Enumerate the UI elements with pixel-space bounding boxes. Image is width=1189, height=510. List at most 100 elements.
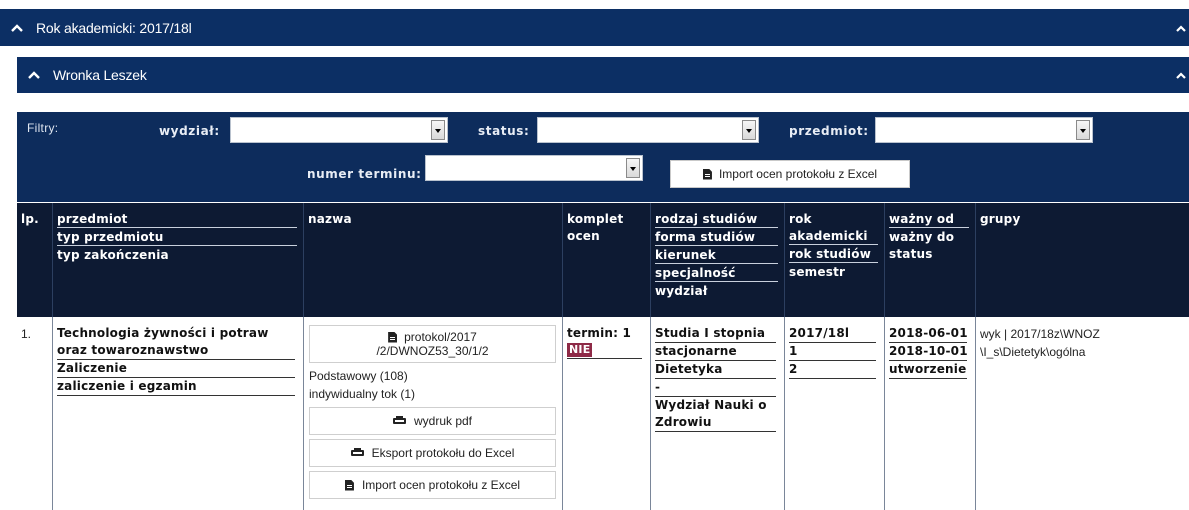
header-status-label: status bbox=[889, 247, 933, 261]
table-header: lp. przedmiot typ przedmiotu typ zakończ… bbox=[17, 203, 1189, 317]
filters-panel: Filtry: wydział: status: przedmiot: nume… bbox=[17, 112, 1189, 202]
typ-zakonczenia-value: zaliczenie i egzamin bbox=[57, 378, 295, 396]
rodzaj-studiow-value: Studia I stopnia bbox=[655, 325, 776, 343]
przedmiot-label: przedmiot: bbox=[789, 124, 869, 138]
sort-kierunek[interactable]: kierunek bbox=[655, 247, 778, 264]
chevron-up-icon-right[interactable] bbox=[1175, 22, 1187, 34]
person-name: Wronka Leszek bbox=[53, 67, 147, 83]
dropdown-arrow-icon[interactable] bbox=[1076, 120, 1090, 140]
header-lp: lp. bbox=[17, 203, 53, 317]
header-ocen-label: ocen bbox=[567, 229, 600, 243]
import-ocen-button[interactable]: Import ocen protokołu z Excel bbox=[309, 471, 556, 499]
status-select[interactable] bbox=[537, 117, 759, 143]
cell-rok: 2017/18l 1 2 bbox=[785, 317, 885, 510]
header-komplet-label: komplet bbox=[567, 212, 624, 226]
rok-studiow-value: 1 bbox=[789, 343, 876, 361]
person-bar[interactable]: Wronka Leszek bbox=[17, 57, 1189, 93]
academic-year-title: Rok akademicki: 2017/18l bbox=[36, 19, 192, 36]
specjalnosc-value: - bbox=[655, 379, 776, 397]
sort-rodzaj-studiow[interactable]: rodzaj studiów bbox=[655, 211, 778, 228]
status-label: status: bbox=[478, 124, 530, 138]
header-lp-label: lp. bbox=[21, 212, 39, 226]
cell-lp: 1. bbox=[17, 317, 53, 510]
cell-komplet: termin: 1 NIE bbox=[563, 317, 651, 510]
protokol-button[interactable]: protokol/2017 /2/DWNOZ53_30/1/2 bbox=[309, 325, 556, 363]
grupy-line1: wyk | 2017/18z\WNOZ bbox=[980, 327, 1100, 341]
protokol-line2: /2/DWNOZ53_30/1/2 bbox=[376, 344, 489, 358]
header-nazwa-label: nazwa bbox=[308, 212, 352, 226]
sort-wazny-od[interactable]: ważny od bbox=[889, 211, 969, 228]
dropdown-arrow-icon[interactable] bbox=[431, 120, 445, 140]
indywidualny-count: indywidualny tok (1) bbox=[309, 387, 416, 401]
sort-typ-zakonczenia[interactable]: typ zakończenia bbox=[57, 247, 297, 263]
wydzial-select[interactable] bbox=[230, 117, 448, 143]
wydzial-value-line2: Zdrowiu bbox=[655, 414, 776, 432]
eksport-excel-label: Eksport protokołu do Excel bbox=[371, 446, 515, 460]
header-komplet: komplet ocen bbox=[563, 203, 651, 317]
header-rok-label: rok bbox=[789, 212, 812, 226]
import-excel-label: Import ocen protokołu z Excel bbox=[718, 167, 878, 181]
wydzial-label: wydział: bbox=[159, 124, 220, 138]
status-value: utworzenie bbox=[889, 361, 967, 379]
filters-label: Filtry: bbox=[27, 121, 59, 135]
header-studia: rodzaj studiów forma studiów kierunek sp… bbox=[651, 203, 785, 317]
printer-icon bbox=[350, 448, 364, 458]
header-wazny-do-label: ważny do bbox=[889, 230, 955, 244]
document-icon bbox=[388, 331, 398, 343]
row-number: 1. bbox=[21, 327, 32, 341]
przedmiot-select[interactable] bbox=[875, 117, 1093, 143]
chevron-up-icon-right[interactable] bbox=[1175, 69, 1187, 81]
numer-terminu-select[interactable] bbox=[425, 155, 643, 181]
chevron-up-icon[interactable] bbox=[10, 21, 24, 35]
academic-year-bar[interactable]: Rok akademicki: 2017/18l bbox=[0, 9, 1189, 46]
typ-przedmiotu-value: Zaliczenie bbox=[57, 360, 295, 378]
import-excel-button[interactable]: Import ocen protokołu z Excel bbox=[670, 160, 910, 188]
header-waznosc: ważny od ważny do status bbox=[885, 203, 976, 317]
sort-rok-studiow[interactable]: rok studiów bbox=[789, 246, 878, 263]
sort-specjalnosc[interactable]: specjalność bbox=[655, 265, 778, 282]
cell-nazwa: protokol/2017 /2/DWNOZ53_30/1/2 Podstawo… bbox=[304, 317, 563, 510]
termin-value: termin: 1 bbox=[567, 326, 632, 340]
sort-wydzial[interactable]: wydział bbox=[655, 283, 778, 299]
eksport-excel-button[interactable]: Eksport protokołu do Excel bbox=[309, 439, 556, 467]
wydruk-pdf-label: wydruk pdf bbox=[413, 414, 473, 428]
header-semestr-label: semestr bbox=[789, 265, 846, 279]
printer-icon bbox=[392, 416, 406, 426]
import-ocen-label: Import ocen protokołu z Excel bbox=[361, 478, 521, 492]
komplet-status: NIE bbox=[567, 341, 642, 359]
header-grupy: grupy bbox=[976, 203, 1189, 317]
header-nazwa: nazwa bbox=[304, 203, 563, 317]
sort-rok-akademicki[interactable]: akademicki bbox=[789, 228, 878, 245]
wazny-od-value: 2018-06-01 bbox=[889, 325, 968, 343]
cell-przedmiot: Technologia żywności i potraw oraz towar… bbox=[53, 317, 304, 510]
protokol-line1: protokol/2017 bbox=[404, 330, 477, 344]
wydruk-pdf-button[interactable]: wydruk pdf bbox=[309, 407, 556, 435]
cell-grupy: wyk | 2017/18z\WNOZ \I_s\Dietetyk\ogólna bbox=[976, 317, 1189, 510]
podstawowy-count: Podstawowy (108) bbox=[309, 369, 408, 383]
numer-terminu-label: numer terminu: bbox=[307, 167, 422, 181]
sort-przedmiot[interactable]: przedmiot bbox=[57, 211, 297, 228]
rok-akademicki-value: 2017/18l bbox=[789, 325, 876, 343]
dropdown-arrow-icon[interactable] bbox=[742, 120, 756, 140]
przedmiot-name-line1: Technologia żywności i potraw bbox=[57, 326, 269, 340]
forma-studiow-value: stacjonarne bbox=[655, 343, 776, 361]
header-grupy-label: grupy bbox=[980, 212, 1021, 226]
cell-studia: Studia I stopnia stacjonarne Dietetyka -… bbox=[651, 317, 785, 510]
dropdown-arrow-icon[interactable] bbox=[626, 158, 640, 178]
semestr-value: 2 bbox=[789, 361, 876, 379]
sort-forma-studiow[interactable]: forma studiów bbox=[655, 229, 778, 246]
przedmiot-name-line2: oraz towaroznawstwo bbox=[57, 342, 295, 360]
header-rok: rok akademicki rok studiów semestr bbox=[785, 203, 885, 317]
wazny-do-value: 2018-10-01 bbox=[889, 343, 968, 361]
cell-waznosc: 2018-06-01 2018-10-01 utworzenie bbox=[885, 317, 976, 510]
document-icon bbox=[344, 479, 354, 491]
sort-typ-przedmiotu[interactable]: typ przedmiotu bbox=[57, 229, 297, 246]
table-row: 1. Technologia żywności i potraw oraz to… bbox=[17, 317, 1189, 510]
wydzial-value-line1: Wydział Nauki o bbox=[655, 398, 767, 412]
document-icon bbox=[702, 168, 712, 180]
header-przedmiot: przedmiot typ przedmiotu typ zakończenia bbox=[53, 203, 304, 317]
nie-badge: NIE bbox=[567, 343, 593, 357]
grupy-line2: \I_s\Dietetyk\ogólna bbox=[980, 345, 1086, 359]
chevron-up-icon[interactable] bbox=[27, 68, 41, 82]
kierunek-value: Dietetyka bbox=[655, 361, 776, 379]
